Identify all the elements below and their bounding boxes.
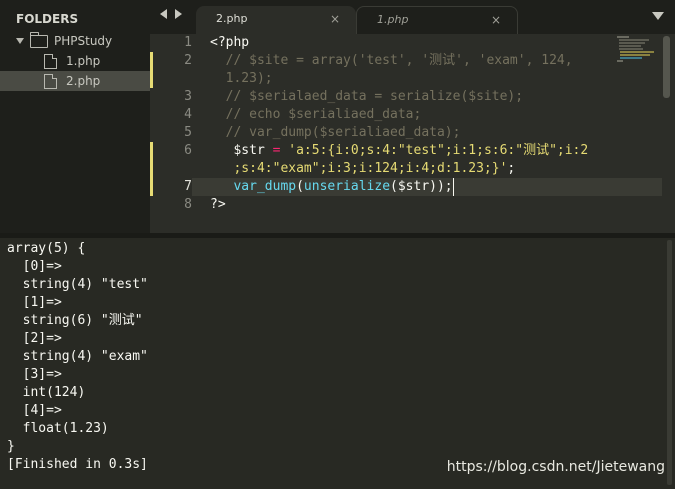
line-number: 4 — [184, 107, 192, 122]
code-line: 1.23); — [210, 71, 273, 86]
chevron-left-icon[interactable] — [160, 9, 167, 19]
sidebar: FOLDERS PHPStudy 1.php 2.php — [0, 0, 150, 233]
php-open-tag: <?php — [210, 35, 250, 50]
close-icon[interactable]: × — [491, 7, 501, 33]
output-scrollbar[interactable] — [667, 240, 672, 485]
code-token: ( — [296, 179, 304, 194]
file-label: 2.php — [66, 74, 101, 88]
line-number: 6 — [184, 143, 192, 158]
watermark: https://blog.csdn.net/Jietewang — [446, 459, 665, 475]
code-line: // var_dump($serialiaed_data); — [210, 125, 461, 140]
code-line: $str = 'a:5:{i:0;s:4:"test";i:1;s:6:"测试"… — [210, 142, 588, 160]
line-number: 2 — [184, 53, 192, 68]
code-editor[interactable]: 1 2 3 4 5 6 7 8 <?php // $site = array('… — [150, 34, 675, 233]
folder-label: PHPStudy — [54, 34, 113, 48]
output-line: string(4) "test" — [7, 277, 148, 292]
output-line: [0]=> — [7, 259, 62, 274]
line-number: 3 — [184, 89, 192, 104]
code-line: <?php — [210, 34, 249, 52]
code-line: ?> — [210, 196, 226, 214]
output-line: [3]=> — [7, 367, 62, 382]
tab-label: 2.php — [216, 12, 248, 25]
php-close-tag: ?> — [210, 197, 226, 212]
line-number-gutter: 1 2 3 4 5 6 7 8 — [150, 34, 192, 233]
output-line: array(5) { — [7, 241, 86, 256]
line-number: 8 — [184, 197, 192, 212]
code-line: // $site = array('test', '测试', 'exam', 1… — [210, 53, 573, 68]
disclosure-triangle-icon[interactable] — [16, 38, 24, 44]
code-line: // $serialaed_data = serialize($site); — [210, 89, 524, 104]
code-line: ;s:4:"exam";i:3;i:124;i:4;d:1.23;}'; — [210, 160, 515, 178]
code-line: // echo $serialiaed_data; — [210, 107, 422, 122]
code-token: var_dump — [210, 179, 297, 194]
file-icon — [44, 53, 57, 69]
code-token: 'a:5:{i:0;s:4:"test";i:1;s:6:"测试";i:2 — [288, 143, 589, 158]
tab-2php[interactable]: 2.php × — [196, 6, 356, 34]
text-caret — [453, 178, 454, 196]
line-number: 5 — [184, 125, 192, 140]
chevron-down-icon[interactable] — [652, 12, 664, 20]
line-number: 1 — [184, 35, 192, 50]
code-token: unserialize — [303, 179, 391, 194]
minimap[interactable] — [615, 34, 660, 64]
file-icon — [44, 73, 57, 89]
output-line: [4]=> — [7, 403, 62, 418]
folders-title: FOLDERS — [16, 12, 79, 26]
output-line: } — [7, 439, 15, 454]
file-item-1php[interactable]: 1.php — [0, 51, 150, 71]
code-token: ($str)); — [390, 179, 453, 194]
output-line: [1]=> — [7, 295, 62, 310]
output-line: string(4) "exam" — [7, 349, 148, 364]
editor-scrollbar[interactable] — [663, 36, 670, 98]
tab-label: 1.php — [377, 13, 409, 26]
tab-bar: 2.php × 1.php × — [150, 0, 675, 35]
code-token: = — [264, 143, 289, 158]
folder-phpstudy[interactable]: PHPStudy — [16, 31, 112, 51]
tab-1php[interactable]: 1.php × — [356, 6, 518, 35]
output-line: string(6) "测试" — [7, 313, 143, 328]
output-line: float(1.23) — [7, 421, 109, 436]
code-line: var_dump(unserialize($str)); — [210, 178, 453, 196]
code-token: $str — [210, 143, 265, 158]
output-line: [Finished in 0.3s] — [7, 457, 148, 472]
chevron-right-icon[interactable] — [175, 9, 182, 19]
folder-icon — [30, 31, 48, 48]
line-number: 7 — [184, 179, 192, 194]
code-content[interactable]: <?php // $site = array('test', '测试', 'ex… — [210, 34, 610, 214]
build-output-panel: array(5) { [0]=> string(4) "test" [1]=> … — [0, 238, 675, 489]
output-line: int(124) — [7, 385, 86, 400]
file-label: 1.php — [66, 54, 101, 68]
modified-line-marker — [150, 142, 153, 196]
output-line: [2]=> — [7, 331, 62, 346]
code-token: ;s:4:"exam";i:3;i:124;i:4;d:1.23;}' — [210, 161, 508, 176]
modified-line-marker — [150, 52, 153, 88]
close-icon[interactable]: × — [330, 6, 340, 32]
code-token: ; — [507, 161, 516, 176]
file-item-2php[interactable]: 2.php — [0, 71, 150, 91]
